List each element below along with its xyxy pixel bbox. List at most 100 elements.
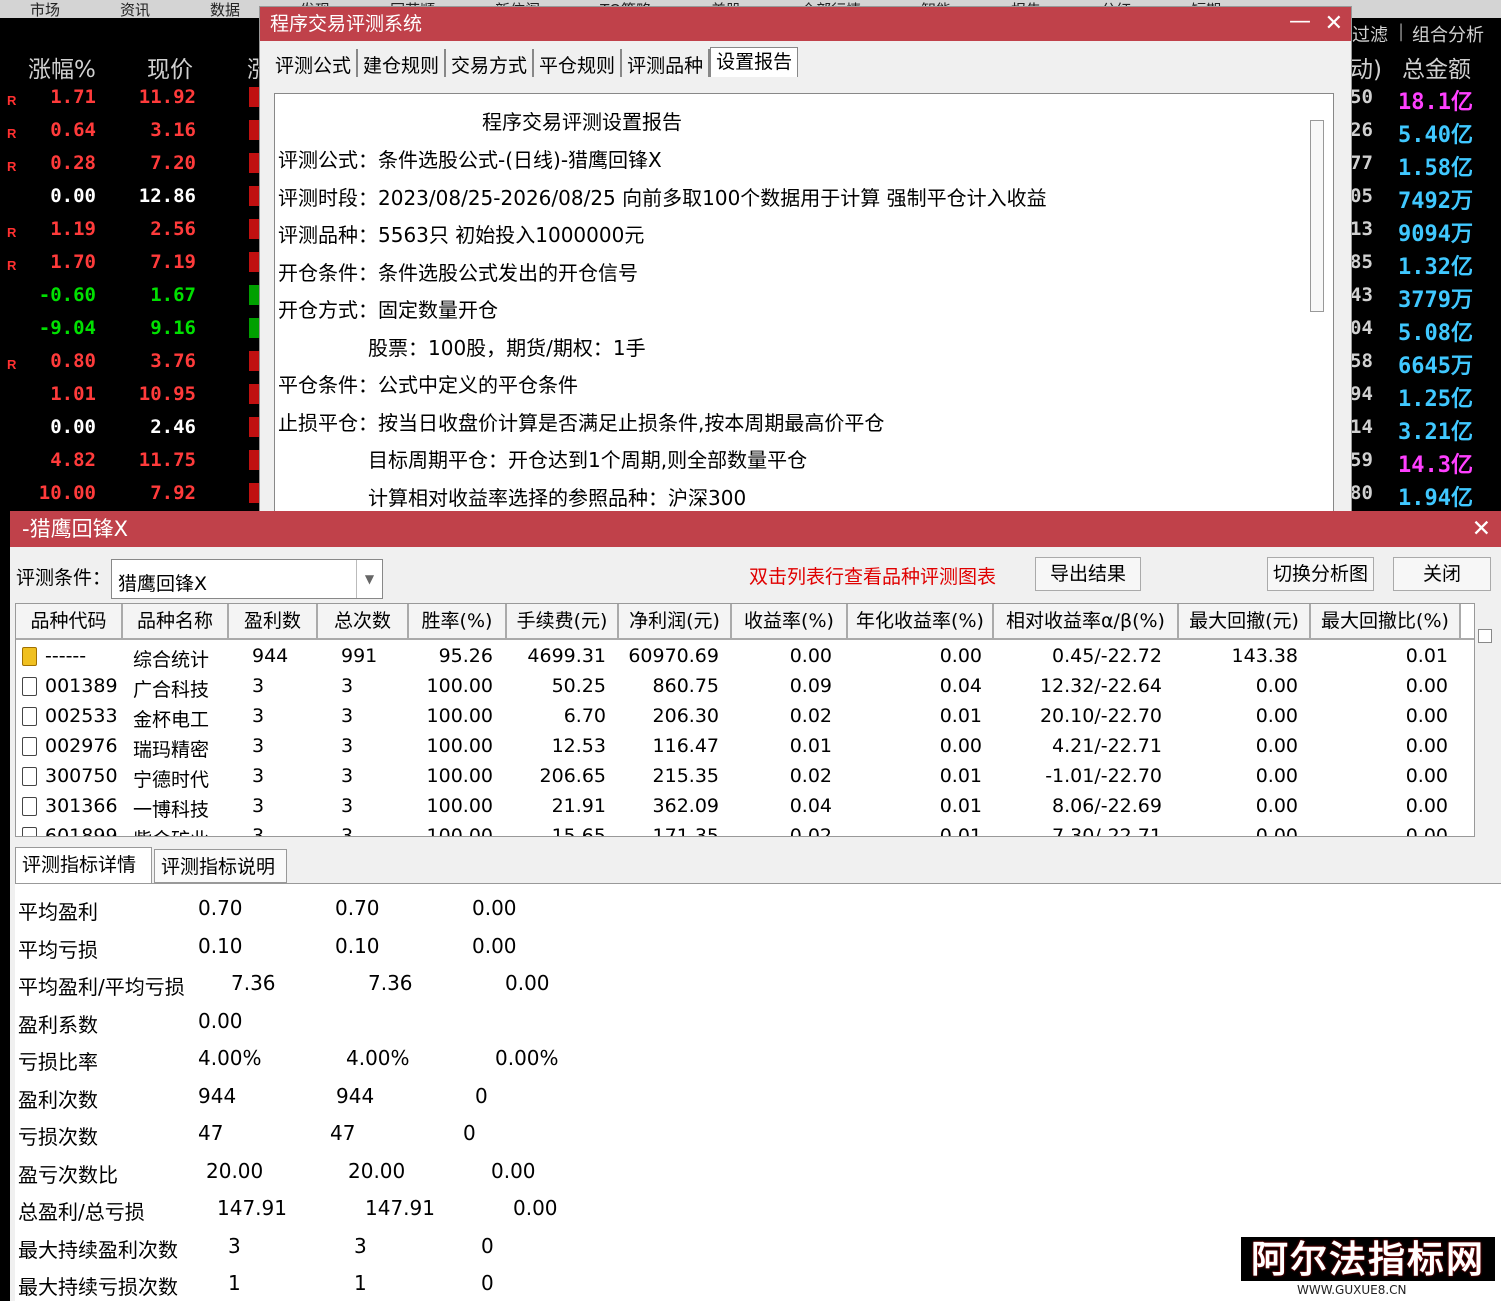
tab-settings-5[interactable]: 设置报告 bbox=[710, 47, 799, 77]
change-pct: 1.01 bbox=[50, 383, 96, 405]
quote-row-right[interactable]: 94 1.25亿 bbox=[1350, 380, 1501, 413]
cell-7: 0.00 bbox=[789, 645, 832, 667]
minimize-icon[interactable]: — bbox=[1289, 5, 1311, 39]
quote-row-right[interactable]: 59 14.3亿 bbox=[1350, 446, 1501, 479]
price: 2.46 bbox=[150, 416, 196, 438]
top-menu-item[interactable]: 市场 bbox=[30, 3, 60, 18]
stat-value: 0 bbox=[481, 1233, 494, 1258]
column-header[interactable]: 盈利数 bbox=[229, 604, 318, 638]
quote-row[interactable]: R 1.19 2.56 bbox=[0, 215, 262, 248]
quote-row-right[interactable]: 26 5.40亿 bbox=[1350, 116, 1501, 149]
quote-row[interactable]: R 0.28 7.20 bbox=[0, 149, 262, 182]
close-icon[interactable]: ✕ bbox=[1472, 511, 1491, 547]
switch-chart-button[interactable]: 切换分析图 bbox=[1267, 557, 1374, 591]
column-header[interactable]: 手续费(元) bbox=[507, 604, 619, 638]
cell-6: 171.35 bbox=[652, 825, 719, 837]
table-row[interactable]: 601899 紫金矿业 3 3 100.00 15.65 171.35 0.02 0.01 7.3… bbox=[16, 822, 1474, 837]
cell-0: 601899 bbox=[45, 825, 118, 837]
top-menu-item[interactable]: 数据 bbox=[210, 3, 240, 18]
quote-row-right[interactable]: 13 9094万 bbox=[1350, 215, 1501, 248]
quote-row-right[interactable]: 58 6645万 bbox=[1350, 347, 1501, 380]
report-scrollbar[interactable] bbox=[1310, 120, 1324, 312]
close-icon[interactable]: ✕ bbox=[1325, 7, 1343, 41]
header-total-amount[interactable]: 总金额 bbox=[1402, 50, 1471, 84]
tab-settings-2[interactable]: 交易方式 bbox=[446, 49, 535, 77]
double-click-hint: 双击列表行查看品种评测图表 bbox=[749, 566, 997, 588]
window-title-bar[interactable]: 程序交易评测系统 — ✕ bbox=[260, 7, 1351, 41]
header-change-pct[interactable]: 涨幅% bbox=[28, 50, 96, 84]
column-header[interactable]: 净利润(元) bbox=[619, 604, 732, 638]
quote-row[interactable]: 10.00 7.92 bbox=[0, 479, 262, 512]
tab-combo-analysis[interactable]: 组合分析 bbox=[1412, 21, 1484, 47]
table-row[interactable]: 002976 瑞玛精密 3 3 100.00 12.53 116.47 0.01 0.00 4.2… bbox=[16, 732, 1474, 762]
column-header[interactable]: 总次数 bbox=[318, 604, 409, 638]
quote-row[interactable]: -0.60 1.67 bbox=[0, 281, 262, 314]
export-button[interactable]: 导出结果 bbox=[1035, 557, 1141, 591]
column-header[interactable]: 收益率(%) bbox=[732, 604, 848, 638]
quote-row[interactable]: -9.04 9.16 bbox=[0, 314, 262, 347]
close-button[interactable]: 关闭 bbox=[1393, 557, 1491, 591]
cell-6: 116.47 bbox=[652, 735, 719, 757]
quote-row-right[interactable]: 80 1.94亿 bbox=[1350, 479, 1501, 512]
tab-settings-1[interactable]: 建仓规则 bbox=[358, 49, 447, 77]
change-pct: 0.00 bbox=[50, 416, 96, 438]
window-title: 程序交易评测系统 bbox=[270, 13, 423, 35]
quote-row[interactable]: R 0.64 3.16 bbox=[0, 116, 262, 149]
quote-row-right[interactable]: 50 18.1亿 bbox=[1350, 83, 1501, 116]
quote-row-right[interactable]: 85 1.32亿 bbox=[1350, 248, 1501, 281]
table-row[interactable]: 300750 宁德时代 3 3 100.00 206.65 215.35 0.02 0.01 -1… bbox=[16, 762, 1474, 792]
cell-8: 0.01 bbox=[939, 705, 982, 727]
cell-1: 一博科技 bbox=[133, 799, 210, 821]
table-row[interactable]: 002533 金杯电工 3 3 100.00 6.70 206.30 0.02 0.01 20.1… bbox=[16, 702, 1474, 732]
quote-row-right[interactable]: 77 1.58亿 bbox=[1350, 149, 1501, 182]
table-row[interactable]: 001389 广合科技 3 3 100.00 50.25 860.75 0.09 0.04 12.… bbox=[16, 672, 1474, 702]
table-scroll-box[interactable] bbox=[1478, 629, 1492, 643]
report-line: 计算相对收益率选择的参照品种：沪深300 bbox=[368, 485, 747, 510]
quote-row[interactable]: 4.82 11.75 bbox=[0, 446, 262, 479]
table-row[interactable]: ------ 综合统计 944 991 95.26 4699.31 60970.69 0.00… bbox=[16, 642, 1474, 672]
cell-10: 0.00 bbox=[1255, 795, 1298, 817]
stat-value: 0.00 bbox=[472, 896, 517, 920]
quote-row[interactable]: 0.00 2.46 bbox=[0, 413, 262, 446]
cell-3: 3 bbox=[341, 675, 354, 697]
quote-row-right[interactable]: 04 5.08亿 bbox=[1350, 314, 1501, 347]
tab-settings-4[interactable]: 评测品种 bbox=[622, 49, 711, 77]
stat-row: 平均盈利/平均亏损 7.36 7.36 0.00 bbox=[18, 967, 1418, 1001]
quote-row[interactable]: R 0.80 3.76 bbox=[0, 347, 262, 380]
quote-row[interactable]: 0.00 12.86 bbox=[0, 182, 262, 215]
quote-row[interactable]: 1.01 10.95 bbox=[0, 380, 262, 413]
tab-settings-0[interactable]: 评测公式 bbox=[270, 49, 359, 77]
total-amount: 3779万 bbox=[1398, 288, 1473, 313]
column-header[interactable]: 最大回撤比(%) bbox=[1311, 604, 1461, 638]
column-header[interactable]: 最大回撤(元) bbox=[1179, 604, 1311, 638]
quote-row-right[interactable]: 14 3.21亿 bbox=[1350, 413, 1501, 446]
tab-filter[interactable]: 过滤 bbox=[1352, 21, 1388, 47]
cell-3: 3 bbox=[341, 795, 354, 817]
condition-select[interactable]: 猎鹰回锋X ▼ bbox=[111, 559, 383, 599]
tab-metric-explanation[interactable]: 评测指标说明 bbox=[154, 849, 287, 883]
column-header[interactable]: 品种名称 bbox=[123, 604, 229, 638]
header-price[interactable]: 现价 bbox=[147, 50, 193, 84]
result-title-bar[interactable]: -猎鹰回锋X ✕ bbox=[10, 511, 1501, 547]
quote-row[interactable]: R 1.70 7.19 bbox=[0, 248, 262, 281]
stat-row: 总盈利/总亏损 147.91 147.91 0.00 bbox=[18, 1192, 1418, 1226]
report-line: 开仓方式：固定数量开仓 bbox=[278, 298, 498, 322]
table-row[interactable]: 301366 一博科技 3 3 100.00 21.91 362.09 0.04 0.01 8.0… bbox=[16, 792, 1474, 822]
column-header[interactable]: 品种代码 bbox=[16, 604, 123, 638]
chevron-down-icon[interactable]: ▼ bbox=[356, 560, 382, 598]
total-amount: 1.94亿 bbox=[1398, 486, 1473, 511]
header-cut-right[interactable]: 动) bbox=[1350, 50, 1382, 84]
quote-row-right[interactable]: 05 7492万 bbox=[1350, 182, 1501, 215]
value-cut: 58 bbox=[1350, 350, 1373, 372]
column-header[interactable]: 年化收益率(%) bbox=[848, 604, 994, 638]
column-header[interactable]: 相对收益率α/β(%) bbox=[994, 604, 1179, 638]
rank-flag: R bbox=[7, 225, 17, 240]
quote-row-right[interactable]: 43 3779万 bbox=[1350, 281, 1501, 314]
quote-row[interactable]: R 1.71 11.92 bbox=[0, 83, 262, 116]
stat-value: 0.70 bbox=[198, 896, 243, 920]
tab-metric-details[interactable]: 评测指标详情 bbox=[15, 847, 152, 883]
top-menu-item[interactable]: 资讯 bbox=[120, 3, 150, 18]
tab-settings-3[interactable]: 平仓规则 bbox=[534, 49, 623, 77]
column-header[interactable]: 胜率(%) bbox=[409, 604, 507, 638]
cell-11: 0.00 bbox=[1405, 735, 1448, 757]
